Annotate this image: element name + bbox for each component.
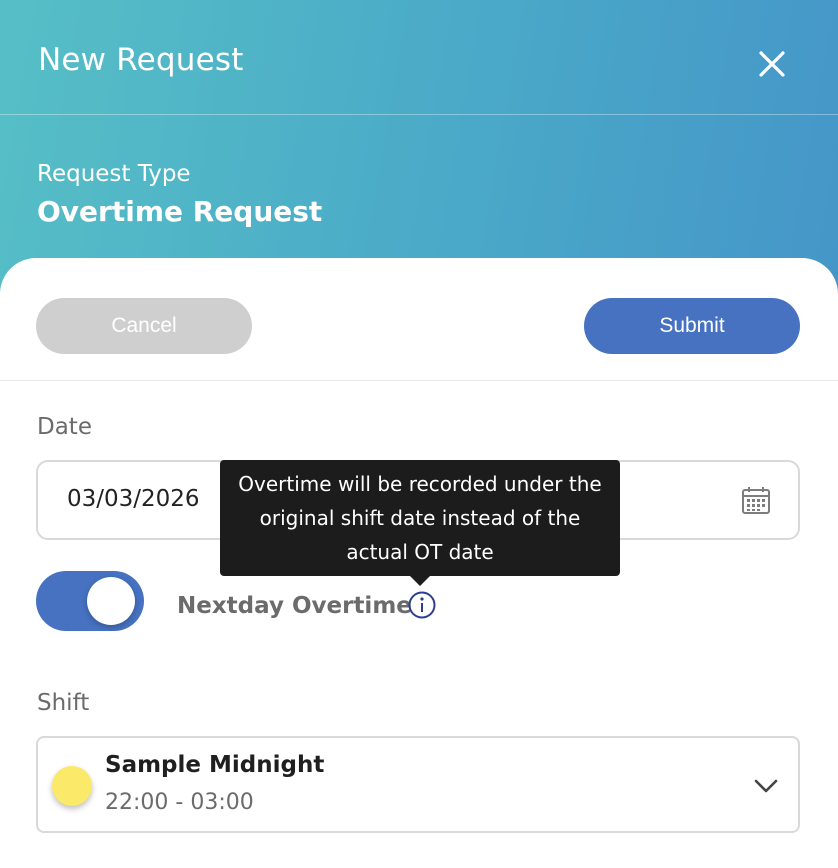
shift-name: Sample Midnight xyxy=(105,752,325,778)
shift-label: Shift xyxy=(37,690,90,716)
header-background: New Request Request Type Overtime Reques… xyxy=(0,0,838,300)
request-type-label: Request Type xyxy=(37,161,191,187)
date-label: Date xyxy=(37,414,92,440)
toggle-knob xyxy=(87,577,135,625)
request-form-card: Cancel Submit Date 03/03/2026 Nextday Ov… xyxy=(0,258,838,868)
close-icon xyxy=(759,51,785,77)
tooltip-line-2: original shift date instead of the xyxy=(259,506,581,530)
shift-time: 22:00 - 03:00 xyxy=(105,790,254,815)
nextday-overtime-toggle[interactable] xyxy=(36,571,144,631)
page-title: New Request xyxy=(38,42,244,78)
title-bar: New Request xyxy=(0,0,838,115)
cancel-button[interactable]: Cancel xyxy=(36,298,252,354)
new-request-screen: New Request Request Type Overtime Reques… xyxy=(0,0,838,868)
date-value: 03/03/2026 xyxy=(67,486,200,512)
request-type-value: Overtime Request xyxy=(37,195,323,228)
nextday-overtime-label: Nextday Overtime xyxy=(177,593,412,619)
info-icon[interactable] xyxy=(407,590,437,620)
shift-select[interactable]: Sample Midnight 22:00 - 03:00 xyxy=(36,736,800,833)
calendar-icon[interactable] xyxy=(741,485,771,515)
tooltip-arrow xyxy=(410,576,430,586)
nextday-overtime-tooltip: Overtime will be recorded under the orig… xyxy=(220,460,620,586)
sun-dot-icon xyxy=(52,766,92,806)
submit-button[interactable]: Submit xyxy=(584,298,800,354)
tooltip-line-1: Overtime will be recorded under the xyxy=(238,472,602,496)
close-button[interactable] xyxy=(752,44,792,84)
tooltip-line-3: actual OT date xyxy=(346,540,494,564)
divider xyxy=(0,380,838,381)
chevron-down-icon xyxy=(754,779,778,793)
